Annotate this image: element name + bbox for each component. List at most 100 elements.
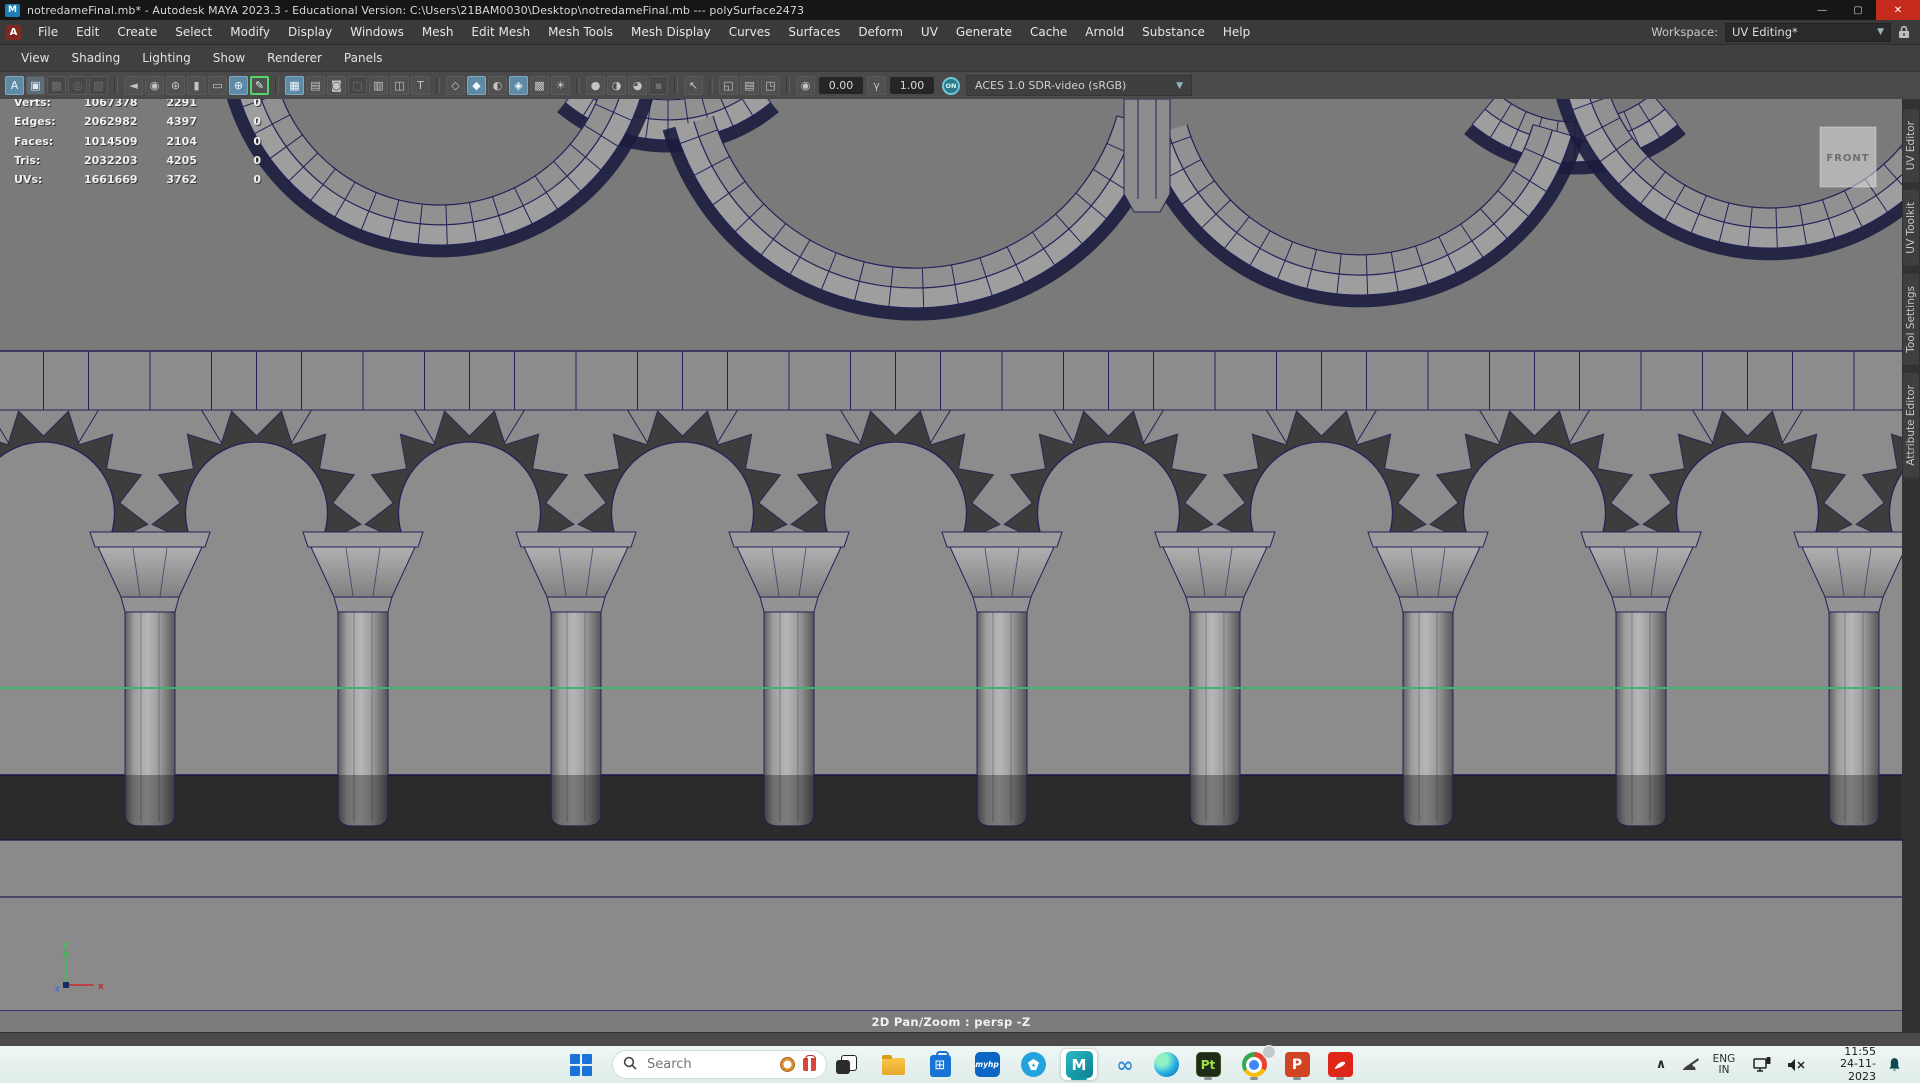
gamma-field[interactable]: 1.00 — [890, 77, 934, 94]
shaded-icon[interactable]: ◆ — [467, 76, 486, 95]
camera-select-icon[interactable]: ◄ — [124, 76, 143, 95]
tray-expand-icon[interactable]: ∧ — [1650, 1046, 1672, 1083]
color-management-on-badge[interactable]: ON — [942, 77, 960, 95]
menu-item-file[interactable]: File — [29, 25, 67, 39]
menu-item-edit-mesh[interactable]: Edit Mesh — [462, 25, 539, 39]
menu-item-modify[interactable]: Modify — [221, 25, 279, 39]
menu-item-curves[interactable]: Curves — [720, 25, 780, 39]
silhouette-icon[interactable]: ◑ — [607, 76, 626, 95]
clock-date[interactable]: 11:55 24-11-2023 — [1814, 1046, 1876, 1083]
view-transform-dropdown[interactable]: ACES 1.0 SDR-video (sRGB) ▼ — [966, 75, 1192, 96]
start-button[interactable] — [570, 1046, 592, 1083]
menu-item-cache[interactable]: Cache — [1021, 25, 1076, 39]
task-view-icon[interactable] — [829, 1049, 865, 1080]
menu-item-uv[interactable]: UV — [912, 25, 947, 39]
two-d-pan-zoom-icon[interactable]: ⊕ — [229, 76, 248, 95]
app-fox-icon[interactable] — [1015, 1049, 1051, 1080]
camera-lock-icon[interactable]: ◉ — [145, 76, 164, 95]
default-light-icon[interactable]: ● — [586, 76, 605, 95]
wireframe-scene[interactable]: yxzFRONT — [0, 99, 1902, 1010]
occlusion-icon[interactable]: ◕ — [628, 76, 647, 95]
panel-menu-panels[interactable]: Panels — [333, 51, 394, 65]
search-input[interactable] — [645, 1056, 772, 1073]
menu-item-arnold[interactable]: Arnold — [1076, 25, 1133, 39]
menu-item-display[interactable]: Display — [279, 25, 341, 39]
material-sphere-icon[interactable]: ◐ — [488, 76, 507, 95]
substance-painter-icon[interactable]: Pt — [1190, 1049, 1226, 1080]
rewards-gift-icon[interactable] — [803, 1058, 816, 1071]
visual-studio-icon[interactable]: ∞ — [1107, 1049, 1143, 1080]
notification-bell-icon[interactable] — [1880, 1046, 1908, 1083]
powerpoint-icon[interactable]: P — [1279, 1049, 1315, 1080]
paste-view-icon[interactable]: ▤ — [740, 76, 759, 95]
grid-icon[interactable]: ▦ — [285, 76, 304, 95]
uv-pencil-icon[interactable]: ✎ — [250, 76, 269, 95]
selection-highlight-icon[interactable]: ▣ — [26, 76, 45, 95]
maya-app-icon[interactable]: A — [6, 25, 21, 40]
menu-item-deform[interactable]: Deform — [849, 25, 912, 39]
close-button[interactable]: ✕ — [1876, 0, 1920, 20]
checker-icon[interactable]: ▩ — [530, 76, 549, 95]
hud-toggle-icon[interactable]: A — [5, 76, 24, 95]
acrobat-icon[interactable] — [1322, 1049, 1358, 1080]
menu-item-mesh-display[interactable]: Mesh Display — [622, 25, 720, 39]
background-swatch-icon[interactable]: ▪ — [649, 76, 668, 95]
menu-item-help[interactable]: Help — [1214, 25, 1259, 39]
workspace-select[interactable]: UV Editing* ▼ — [1725, 23, 1891, 42]
chrome-icon[interactable] — [1236, 1049, 1272, 1080]
resolution-gate-icon[interactable]: ◙ — [327, 76, 346, 95]
bookmark-icon[interactable]: ▮ — [187, 76, 206, 95]
maya-icon[interactable]: M — [1061, 1049, 1097, 1080]
wireframe-icon[interactable]: ◇ — [446, 76, 465, 95]
network-icon[interactable] — [1748, 1046, 1776, 1083]
edge-icon[interactable] — [1148, 1049, 1184, 1080]
reminder-clock-icon[interactable] — [780, 1057, 795, 1072]
field-chart-icon[interactable]: ▥ — [369, 76, 388, 95]
volume-muted-icon[interactable] — [1782, 1046, 1810, 1083]
panel-menu-renderer[interactable]: Renderer — [256, 51, 333, 65]
lights-icon[interactable]: ☀ — [551, 76, 570, 95]
maximize-button[interactable]: ▢ — [1840, 0, 1876, 20]
menu-item-edit[interactable]: Edit — [67, 25, 108, 39]
select-cursor-icon[interactable]: ↖ — [684, 76, 703, 95]
camera-attributes-icon[interactable]: ⊛ — [166, 76, 185, 95]
exposure-icon[interactable]: ◉ — [796, 76, 815, 95]
menu-item-create[interactable]: Create — [108, 25, 166, 39]
gamma-icon[interactable]: γ — [867, 76, 886, 95]
isolate-select-icon[interactable]: ▩ — [47, 76, 66, 95]
panel-menu-view[interactable]: View — [10, 51, 60, 65]
copy-view-icon[interactable]: ◱ — [719, 76, 738, 95]
language-indicator[interactable]: ENG IN — [1706, 1046, 1742, 1083]
lasso-select-icon[interactable]: ◎ — [68, 76, 87, 95]
lock-icon[interactable] — [1898, 25, 1910, 39]
menu-item-mesh[interactable]: Mesh — [413, 25, 463, 39]
tab-uv-toolkit[interactable]: UV Toolkit — [1903, 190, 1919, 266]
safe-action-icon[interactable]: ◫ — [390, 76, 409, 95]
safe-title-icon[interactable]: T — [411, 76, 430, 95]
tab-attribute-editor[interactable]: Attribute Editor — [1903, 373, 1919, 478]
onedrive-icon[interactable]: ☁ — [1676, 1046, 1702, 1083]
menu-item-surfaces[interactable]: Surfaces — [779, 25, 849, 39]
taskbar-search[interactable] — [612, 1050, 827, 1079]
maximize-view-icon[interactable]: ◳ — [761, 76, 780, 95]
menu-item-substance[interactable]: Substance — [1133, 25, 1214, 39]
minimize-button[interactable]: — — [1804, 0, 1840, 20]
exposure-field[interactable]: 0.00 — [819, 77, 863, 94]
wireframe-on-shaded-icon[interactable]: ◈ — [509, 76, 528, 95]
menu-item-generate[interactable]: Generate — [947, 25, 1021, 39]
evaluation-icon[interactable]: ▨ — [89, 76, 108, 95]
menu-item-mesh-tools[interactable]: Mesh Tools — [539, 25, 622, 39]
menu-item-select[interactable]: Select — [166, 25, 221, 39]
tab-tool-settings[interactable]: Tool Settings — [1903, 274, 1919, 365]
menu-item-windows[interactable]: Windows — [341, 25, 413, 39]
microsoft-store-icon[interactable]: ⊞ — [922, 1049, 958, 1080]
panel-menu-lighting[interactable]: Lighting — [131, 51, 202, 65]
file-explorer-icon[interactable] — [875, 1049, 911, 1080]
gate-mask-icon[interactable]: ▢ — [348, 76, 367, 95]
my-hp-icon[interactable]: myhp — [969, 1049, 1005, 1080]
image-plane-icon[interactable]: ▭ — [208, 76, 227, 95]
panel-menu-show[interactable]: Show — [202, 51, 256, 65]
viewport-3d[interactable]: yxzFRONT Verts:106737822910Edges:2062982… — [0, 99, 1902, 1032]
panel-menu-shading[interactable]: Shading — [60, 51, 131, 65]
tab-uv-editor[interactable]: UV Editor — [1903, 109, 1919, 182]
